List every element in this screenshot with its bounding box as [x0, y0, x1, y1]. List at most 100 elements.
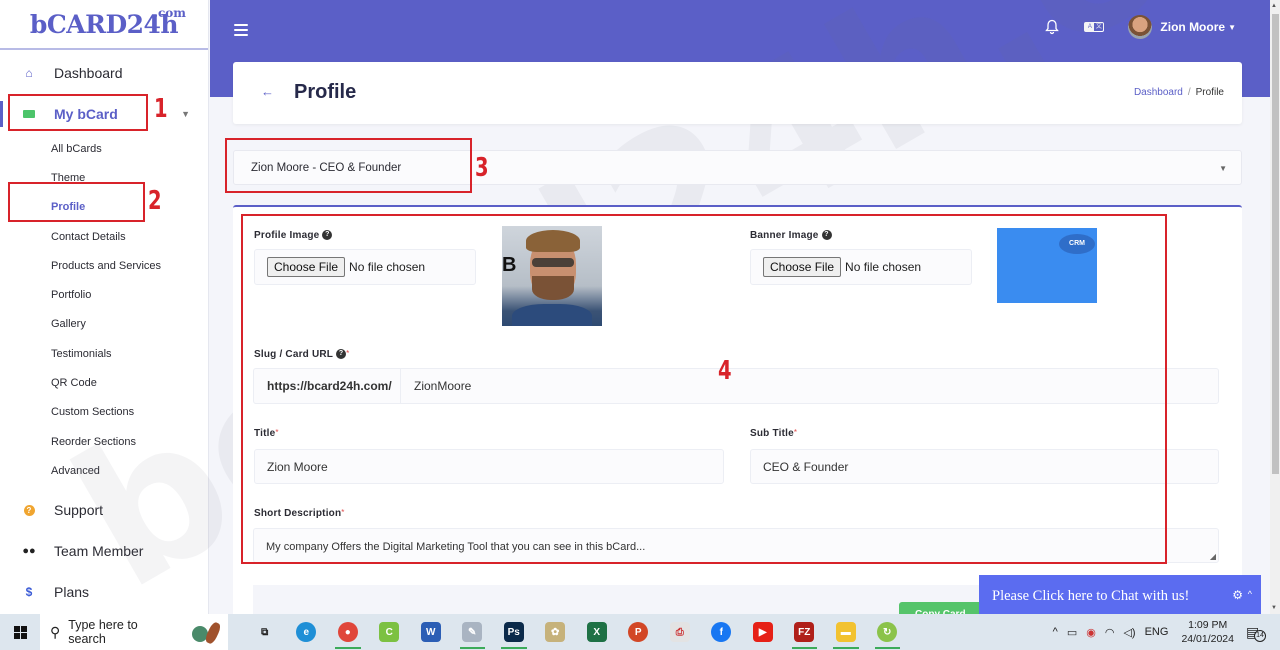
taskbar-app-notepad[interactable]: ✎ [452, 614, 494, 650]
resize-handle-icon[interactable]: ◢ [1210, 552, 1216, 561]
sidebar-subitem-portfolio[interactable]: Portfolio [0, 280, 208, 309]
bcard-select[interactable]: Zion Moore - CEO & Founder ▼ [233, 150, 1242, 185]
choose-file-button[interactable]: Choose File [763, 257, 842, 277]
sidebar-subitem-custom-sections[interactable]: Custom Sections [0, 398, 208, 427]
sidebar-subitem-all-bcards[interactable]: All bCards [0, 134, 208, 163]
chevron-down-icon[interactable]: ▼ [1228, 23, 1236, 32]
notification-center[interactable]: ▤ 14 [1246, 624, 1272, 642]
banner-image-file-input[interactable]: Choose File No file chosen [750, 249, 972, 285]
taskbar-app-facebook[interactable]: f [701, 614, 743, 650]
sidebar-item-my-bcard[interactable]: My bCard ▼ [0, 93, 208, 134]
sidebar-item-plans[interactable]: $ Plans [0, 572, 208, 613]
chrome-icon: ● [337, 622, 358, 642]
help-icon[interactable]: ? [821, 230, 832, 241]
user-avatar[interactable] [1128, 15, 1153, 39]
file-explorer-icon: ▬ [835, 622, 856, 642]
gear-icon[interactable]: ⚙ [1232, 588, 1243, 602]
chat-widget[interactable]: Please Click here to Chat with us! ⚙ ^ [979, 575, 1261, 617]
slug-input[interactable]: ZionMoore [401, 369, 1218, 403]
sidebar-subitem-theme[interactable]: Theme [0, 163, 208, 192]
sync-app-icon: ↻ [877, 622, 898, 642]
search-icon: ⚲ [50, 623, 61, 640]
taskbar-app-paint[interactable]: ✿ [535, 614, 577, 650]
taskbar-app-photoshop[interactable]: Ps [493, 614, 535, 650]
short-description-textarea[interactable]: My company Offers the Digital Marketing … [253, 528, 1219, 563]
sidebar-item-support[interactable]: ? Support [0, 490, 208, 531]
help-icon[interactable]: ? [336, 349, 347, 360]
chat-widget-text: Please Click here to Chat with us! [992, 588, 1190, 604]
taskbar-app-edge[interactable]: e [286, 614, 328, 650]
sidebar-subitem-profile[interactable]: Profile [0, 193, 208, 222]
sidebar-subitem-reorder-sections[interactable]: Reorder Sections [0, 427, 208, 456]
menu-icon[interactable] [234, 24, 248, 39]
chevron-up-icon[interactable]: ^ [1248, 589, 1252, 599]
logo[interactable]: bCARD24h .com [0, 0, 208, 50]
banner-image-label-text: Banner Image [750, 230, 819, 241]
banner-crm-graphic: CRM [1059, 234, 1095, 254]
page-scrollbar[interactable]: ▲ ▼ [1270, 0, 1280, 614]
chevron-down-icon[interactable]: ▼ [181, 109, 190, 119]
taskbar-app-task-view[interactable]: ⧉ [244, 614, 286, 650]
sidebar-subitem-testimonials[interactable]: Testimonials [0, 339, 208, 368]
profile-image-file-input[interactable]: Choose File No file chosen [254, 249, 476, 285]
sidebar: bCARD24h .com ⌂ Dashboard My bCard ▼ All… [0, 0, 209, 614]
choose-file-button[interactable]: Choose File [267, 257, 346, 277]
notification-count: 14 [1254, 629, 1266, 642]
sidebar-subitem-gallery[interactable]: Gallery [0, 310, 208, 339]
taskbar-app-filezilla[interactable]: FZ [784, 614, 826, 650]
scrollbar-thumb[interactable] [1272, 14, 1279, 474]
volume-icon[interactable]: ◁) [1123, 626, 1135, 639]
dollar-icon: $ [25, 585, 33, 600]
sidebar-subitem-products-services[interactable]: Products and Services [0, 251, 208, 280]
file-status: No file chosen [349, 260, 426, 274]
taskbar-app-excel[interactable]: X [576, 614, 618, 650]
clock[interactable]: 1:09 PM 24/01/2024 [1181, 618, 1234, 646]
sidebar-subitem-contact-details[interactable]: Contact Details [0, 222, 208, 251]
annotation-number-1: 1 [154, 94, 168, 124]
taskbar-app-powerpoint[interactable]: P [618, 614, 660, 650]
header-actions: A 文 Zion Moore ▼ [1044, 15, 1236, 39]
sidebar-item-team-member[interactable]: ●● Team Member [0, 531, 208, 572]
title-input[interactable]: Zion Moore [254, 449, 724, 484]
back-arrow-icon[interactable]: ← [261, 84, 274, 99]
scroll-up-icon[interactable]: ▲ [1271, 3, 1277, 9]
meet-now-icon[interactable]: ▭ [1067, 626, 1077, 639]
taskbar-app-word[interactable]: W [410, 614, 452, 650]
taskbar-app-coccoc[interactable]: C [369, 614, 411, 650]
slug-label-text: Slug / Card URL [254, 349, 334, 360]
chevron-up-icon[interactable]: ^ [1053, 626, 1058, 638]
notepad-icon: ✎ [462, 622, 483, 642]
question-circle-icon: ? [22, 504, 36, 516]
chevron-down-icon: ▼ [1219, 164, 1227, 173]
sidebar-subitem-qr-code[interactable]: QR Code [0, 368, 208, 397]
sidebar-item-dashboard[interactable]: ⌂ Dashboard [0, 52, 208, 93]
screen-record-icon[interactable]: ◉ [1086, 626, 1096, 639]
taskbar-search[interactable]: ⚲ Type here to search [40, 614, 228, 650]
scroll-down-icon[interactable]: ▼ [1271, 605, 1277, 611]
preview-suit [512, 304, 592, 326]
facebook-icon: f [711, 622, 732, 642]
taskbar-apps: ⧉ e ● C W ✎ Ps ✿ X P ⎙ f ▶ FZ ▬ ↻ [244, 614, 908, 650]
help-icon[interactable]: ? [322, 230, 333, 241]
wifi-icon[interactable]: ◠ [1105, 626, 1115, 639]
user-name[interactable]: Zion Moore [1160, 20, 1225, 34]
language-indicator[interactable]: ENG [1145, 626, 1169, 638]
subtitle-label: Sub Title* [750, 428, 797, 439]
bell-icon[interactable] [1044, 19, 1060, 35]
sidebar-subitem-advanced[interactable]: Advanced [0, 456, 208, 485]
taskbar-app-pdf[interactable]: ⎙ [659, 614, 701, 650]
taskbar-app-youtube[interactable]: ▶ [742, 614, 784, 650]
breadcrumb-dashboard[interactable]: Dashboard [1134, 87, 1183, 98]
taskbar-app-file-explorer[interactable]: ▬ [825, 614, 867, 650]
subtitle-input[interactable]: CEO & Founder [750, 449, 1219, 484]
short-description-label: Short Description* [254, 508, 345, 519]
coccoc-icon: C [379, 622, 400, 642]
taskbar-app-sync-app[interactable]: ↻ [867, 614, 909, 650]
annotation-number-2: 2 [148, 186, 162, 216]
start-button[interactable] [0, 625, 40, 639]
taskbar-app-chrome[interactable]: ● [327, 614, 369, 650]
language-icon[interactable]: A 文 [1084, 22, 1105, 32]
task-view-icon: ⧉ [254, 622, 275, 642]
sidebar-item-label: Support [54, 502, 104, 519]
profile-image-label-text: Profile Image [254, 230, 320, 241]
